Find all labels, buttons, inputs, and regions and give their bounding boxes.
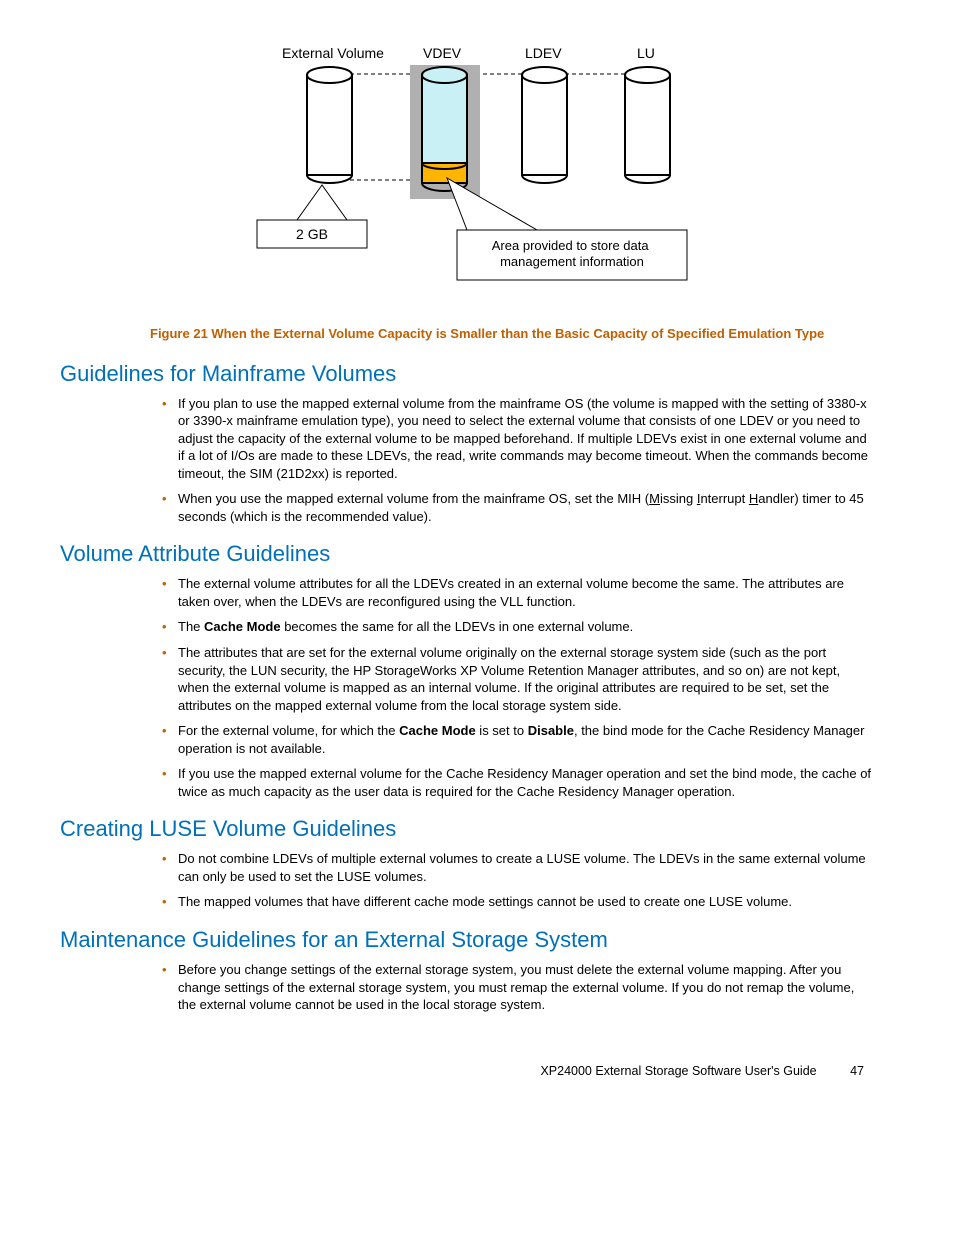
label-ldev: LDEV — [525, 45, 562, 61]
list-item: Do not combine LDEVs of multiple externa… — [178, 850, 874, 885]
page-footer: XP24000 External Storage Software User's… — [60, 1064, 874, 1078]
cylinder-external-volume — [307, 67, 352, 183]
heading-luse-guidelines: Creating LUSE Volume Guidelines — [60, 816, 874, 842]
list-volume-attribute: The external volume attributes for all t… — [60, 575, 874, 800]
list-luse-guidelines: Do not combine LDEVs of multiple externa… — [60, 850, 874, 911]
cylinder-vdev — [422, 67, 467, 191]
heading-maintenance-guidelines: Maintenance Guidelines for an External S… — [60, 927, 874, 953]
list-item: The Cache Mode becomes the same for all … — [178, 618, 874, 636]
footer-doc-title: XP24000 External Storage Software User's… — [540, 1064, 816, 1078]
label-vdev: VDEV — [423, 45, 462, 61]
list-item: If you plan to use the mapped external v… — [178, 395, 874, 483]
list-item: When you use the mapped external volume … — [178, 490, 874, 525]
label-lu: LU — [637, 45, 655, 61]
callout-note: Area provided to store data management i… — [447, 178, 687, 280]
list-item: The external volume attributes for all t… — [178, 575, 874, 610]
footer-page-number: 47 — [850, 1064, 864, 1078]
callout-2gb: 2 GB — [257, 185, 367, 248]
list-item: The mapped volumes that have different c… — [178, 893, 874, 911]
list-item: For the external volume, for which the C… — [178, 722, 874, 757]
cylinder-lu — [625, 67, 670, 183]
list-item: Before you change settings of the extern… — [178, 961, 874, 1014]
heading-mainframe-guidelines: Guidelines for Mainframe Volumes — [60, 361, 874, 387]
list-item: If you use the mapped external volume fo… — [178, 765, 874, 800]
list-mainframe-guidelines: If you plan to use the mapped external v… — [60, 395, 874, 526]
label-external-volume: External Volume — [282, 45, 384, 61]
list-maintenance-guidelines: Before you change settings of the extern… — [60, 961, 874, 1014]
svg-text:2 GB: 2 GB — [296, 226, 328, 242]
figure-caption: Figure 21 When the External Volume Capac… — [150, 325, 874, 343]
svg-text:Area provided to store data: Area provided to store data management i… — [492, 238, 652, 269]
heading-volume-attribute: Volume Attribute Guidelines — [60, 541, 874, 567]
cylinder-ldev — [522, 67, 567, 183]
list-item: The attributes that are set for the exte… — [178, 644, 874, 714]
figure-21-diagram: External Volume VDEV LDEV LU — [60, 40, 874, 313]
